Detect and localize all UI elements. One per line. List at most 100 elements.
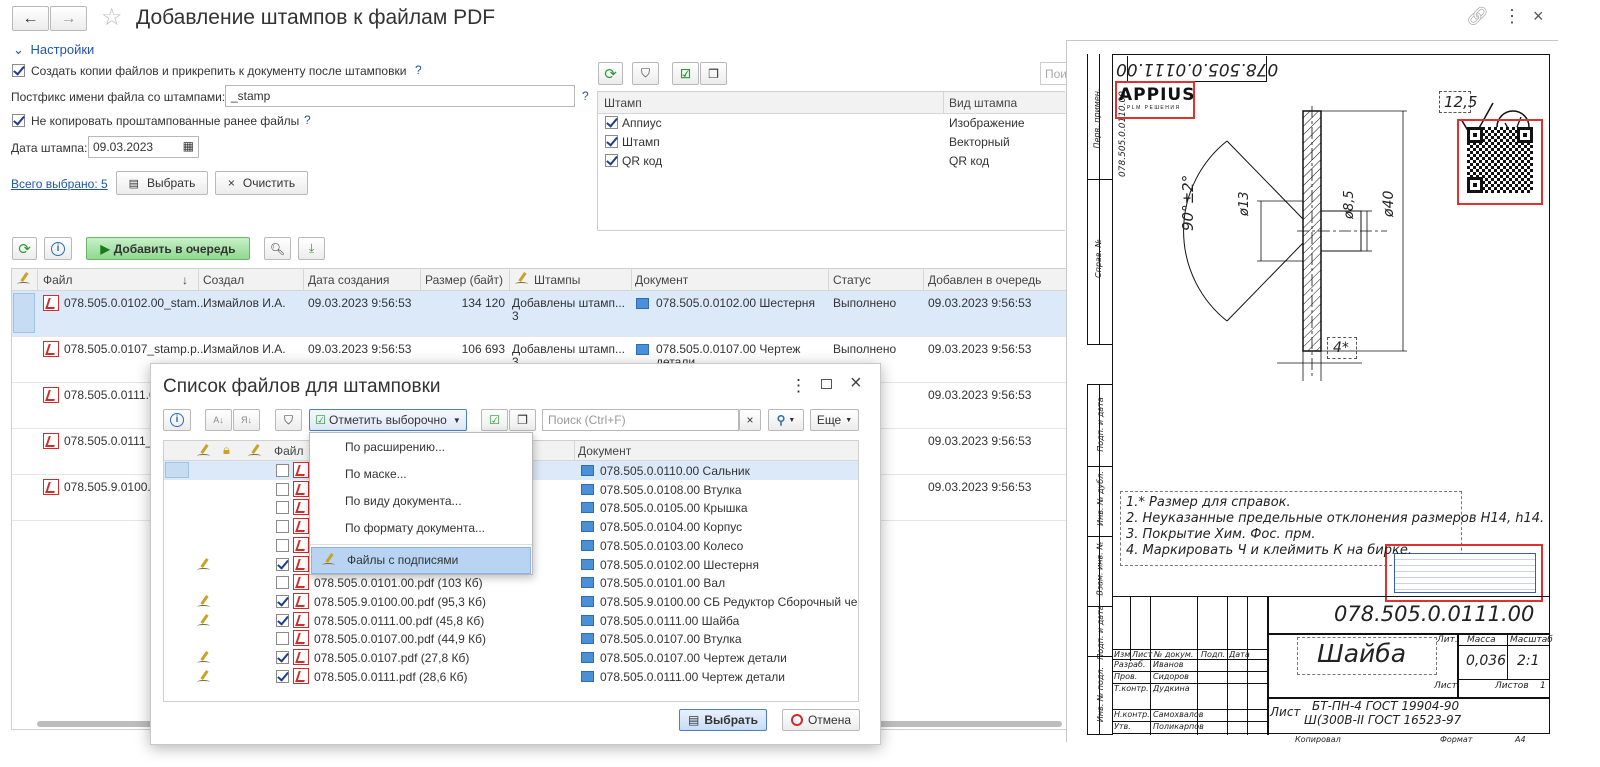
postfix-help[interactable]: ? — [582, 89, 589, 103]
queue-row[interactable]: 078.505.0.0102.00_stam... Измайлов И.А. 09… — [12, 291, 1066, 337]
uncheck-all-button[interactable]: ❐ — [700, 62, 727, 85]
arrow-right-icon: → — [60, 9, 77, 27]
refresh-stamps-button[interactable]: ⟳ — [598, 62, 623, 85]
dialog-row[interactable]: 078.505.0.0111.pdf (28,6 Кб) 078.505.0.01… — [164, 667, 858, 686]
more-vertical-icon[interactable]: ⋮ — [790, 376, 807, 396]
filter-stamps-button[interactable]: ⛉ — [632, 62, 659, 85]
more-vertical-icon[interactable]: ⋮ — [1503, 6, 1521, 27]
file-checkbox[interactable] — [276, 501, 289, 515]
search-button[interactable]: ⚲ ▼ — [768, 409, 804, 431]
stamps-search-input[interactable]: Пои — [1040, 62, 1066, 85]
part-drawing — [1183, 106, 1407, 381]
col-status[interactable]: Статус — [833, 273, 871, 287]
dialog-row[interactable]: 078.505.0.0111.00.pdf (45,8 Кб) 078.505.0… — [164, 611, 858, 630]
qr-finder-2 — [1517, 127, 1533, 143]
queue-created: 09.03.2023 9:56:53 — [308, 342, 412, 356]
file-checkbox[interactable] — [276, 651, 289, 664]
dialog-row[interactable]: 078.505.0.0101.00.pdf (103 Кб) 078.505.0.… — [164, 573, 858, 592]
stamp-checkbox[interactable] — [605, 154, 618, 167]
dialog-select-button[interactable]: ▤ Выбрать — [679, 709, 767, 731]
calendar-icon[interactable]: ▦ — [183, 139, 194, 153]
sort-asc-button[interactable]: A↓ — [205, 409, 232, 431]
mark-selectively-button[interactable]: ☑ Отметить выборочно ▼ — [309, 409, 467, 431]
col-author[interactable]: Создал — [203, 273, 244, 287]
settings-toggle[interactable]: ⌄ Настройки — [13, 42, 94, 58]
no-copy-help[interactable]: ? — [304, 113, 311, 127]
col-size[interactable]: Размер (байт) — [425, 273, 503, 287]
info-button[interactable]: i — [44, 237, 72, 260]
menu-by-doc-format[interactable]: По формату документа... — [310, 516, 532, 542]
file-checkbox[interactable] — [276, 613, 289, 627]
file-checkbox[interactable] — [276, 632, 289, 646]
file-checkbox[interactable] — [276, 538, 289, 552]
link-icon[interactable]: 🔗︎ — [1466, 6, 1489, 27]
select-button[interactable]: ▤ Выбрать — [116, 171, 208, 195]
dialog-document: 078.505.0.0103.00 Колесо — [600, 538, 744, 553]
dialog-search-input[interactable]: Поиск (Ctrl+F) — [542, 409, 739, 431]
col-queued[interactable]: Добавлен в очередь — [928, 273, 1041, 287]
col-file[interactable]: Файл — [43, 273, 73, 287]
stamp-checkbox[interactable] — [605, 116, 618, 129]
more-button[interactable]: Еще ▼ — [810, 409, 859, 431]
file-checkbox[interactable] — [276, 669, 289, 683]
file-checkbox[interactable] — [276, 482, 289, 496]
menu-signed-files[interactable]: Файлы с подписями — [311, 547, 531, 574]
document-icon — [581, 502, 594, 514]
dialog-filter-button[interactable]: ⛉ — [275, 409, 302, 431]
drawing-note: 4. Маркировать Ч и клеймить К на бирке. — [1126, 543, 1412, 558]
dialog-row[interactable]: 078.505.9.0100.00.pdf (95,3 Кб) 078.505.9… — [164, 592, 858, 611]
more-label: Еще — [816, 413, 842, 427]
refresh-button[interactable]: ⟳ — [12, 237, 37, 260]
material-list-label: Лист — [1270, 705, 1301, 719]
back-button[interactable]: ← — [12, 6, 49, 31]
sort-desc-button[interactable]: Я↓ — [233, 409, 260, 431]
side-column: Перв. примен. 078.505.0.0110.00 Справ. №… — [1087, 54, 1128, 735]
tb-label-izm: Изм — [1114, 650, 1131, 659]
close-icon[interactable]: × — [1533, 6, 1544, 27]
col-created[interactable]: Дата создания — [308, 273, 389, 287]
dialog-search-placeholder: Поиск (Ctrl+F) — [548, 413, 626, 427]
file-checkbox[interactable] — [276, 576, 289, 590]
file-checkbox[interactable] — [276, 557, 289, 571]
col-stamp-kind[interactable]: Вид штампа — [949, 96, 1017, 110]
file-checkbox[interactable] — [276, 594, 289, 608]
clear-search-button[interactable]: × — [739, 409, 761, 431]
file-checkbox[interactable] — [276, 464, 289, 477]
stamp-date-input[interactable]: 09.03.2023 ▦ — [88, 136, 199, 158]
create-copies-help[interactable]: ? — [415, 63, 422, 77]
postfix-input[interactable]: _stamp — [225, 85, 575, 107]
stamp-checkbox[interactable] — [605, 135, 618, 148]
queue-size: 134 120 — [461, 296, 505, 310]
create-copies-checkbox[interactable] — [12, 64, 25, 77]
dialog-uncheck-all-button[interactable]: ❐ — [509, 409, 536, 431]
menu-by-mask[interactable]: По маске... — [310, 462, 532, 488]
download-button[interactable]: ⤓ — [298, 237, 325, 260]
add-to-queue-button[interactable]: ▶ Добавить в очередь — [86, 237, 250, 260]
dialog-cancel-button[interactable]: Отмена — [782, 709, 860, 731]
forward-button[interactable]: → — [50, 6, 87, 31]
side-label-2: Справ. № — [1093, 239, 1103, 278]
check-all-button[interactable]: ☑ — [672, 62, 699, 85]
dialog-col-file[interactable]: Файл — [274, 444, 304, 458]
dialog-check-all-button[interactable]: ☑ — [481, 409, 508, 431]
clear-button[interactable]: × Очистить — [215, 171, 308, 195]
col-document[interactable]: Документ — [635, 273, 688, 287]
dialog-col-doc[interactable]: Документ — [578, 444, 631, 458]
close-icon[interactable]: × — [850, 372, 862, 395]
total-selected-link[interactable]: Всего выбрано: 5 — [11, 177, 108, 191]
no-copy-checkbox[interactable] — [12, 114, 25, 127]
material-1: БТ-ПН-4 ГОСТ 19904-90 — [1312, 699, 1460, 713]
menu-by-extension[interactable]: По расширению... — [310, 435, 532, 461]
favorite-star-icon[interactable]: ☆ — [101, 3, 123, 32]
dialog-info-button[interactable]: i — [163, 409, 191, 431]
preview-button[interactable]: 🔍︎ — [264, 237, 291, 260]
col-stamps[interactable]: Штампы — [534, 273, 580, 287]
file-checkbox[interactable] — [276, 520, 289, 534]
maximize-icon[interactable] — [821, 379, 832, 389]
document-icon — [581, 539, 594, 551]
menu-by-doc-kind[interactable]: По виду документа... — [310, 489, 532, 515]
arrow-left-icon: ← — [22, 9, 39, 27]
col-stamp[interactable]: Штамп — [604, 96, 642, 110]
dialog-row[interactable]: 078.505.0.0107.pdf (27,8 Кб) 078.505.0.01… — [164, 648, 858, 667]
dialog-row[interactable]: 078.505.0.0107.00.pdf (44,9 Кб) 078.505.0… — [164, 629, 858, 648]
